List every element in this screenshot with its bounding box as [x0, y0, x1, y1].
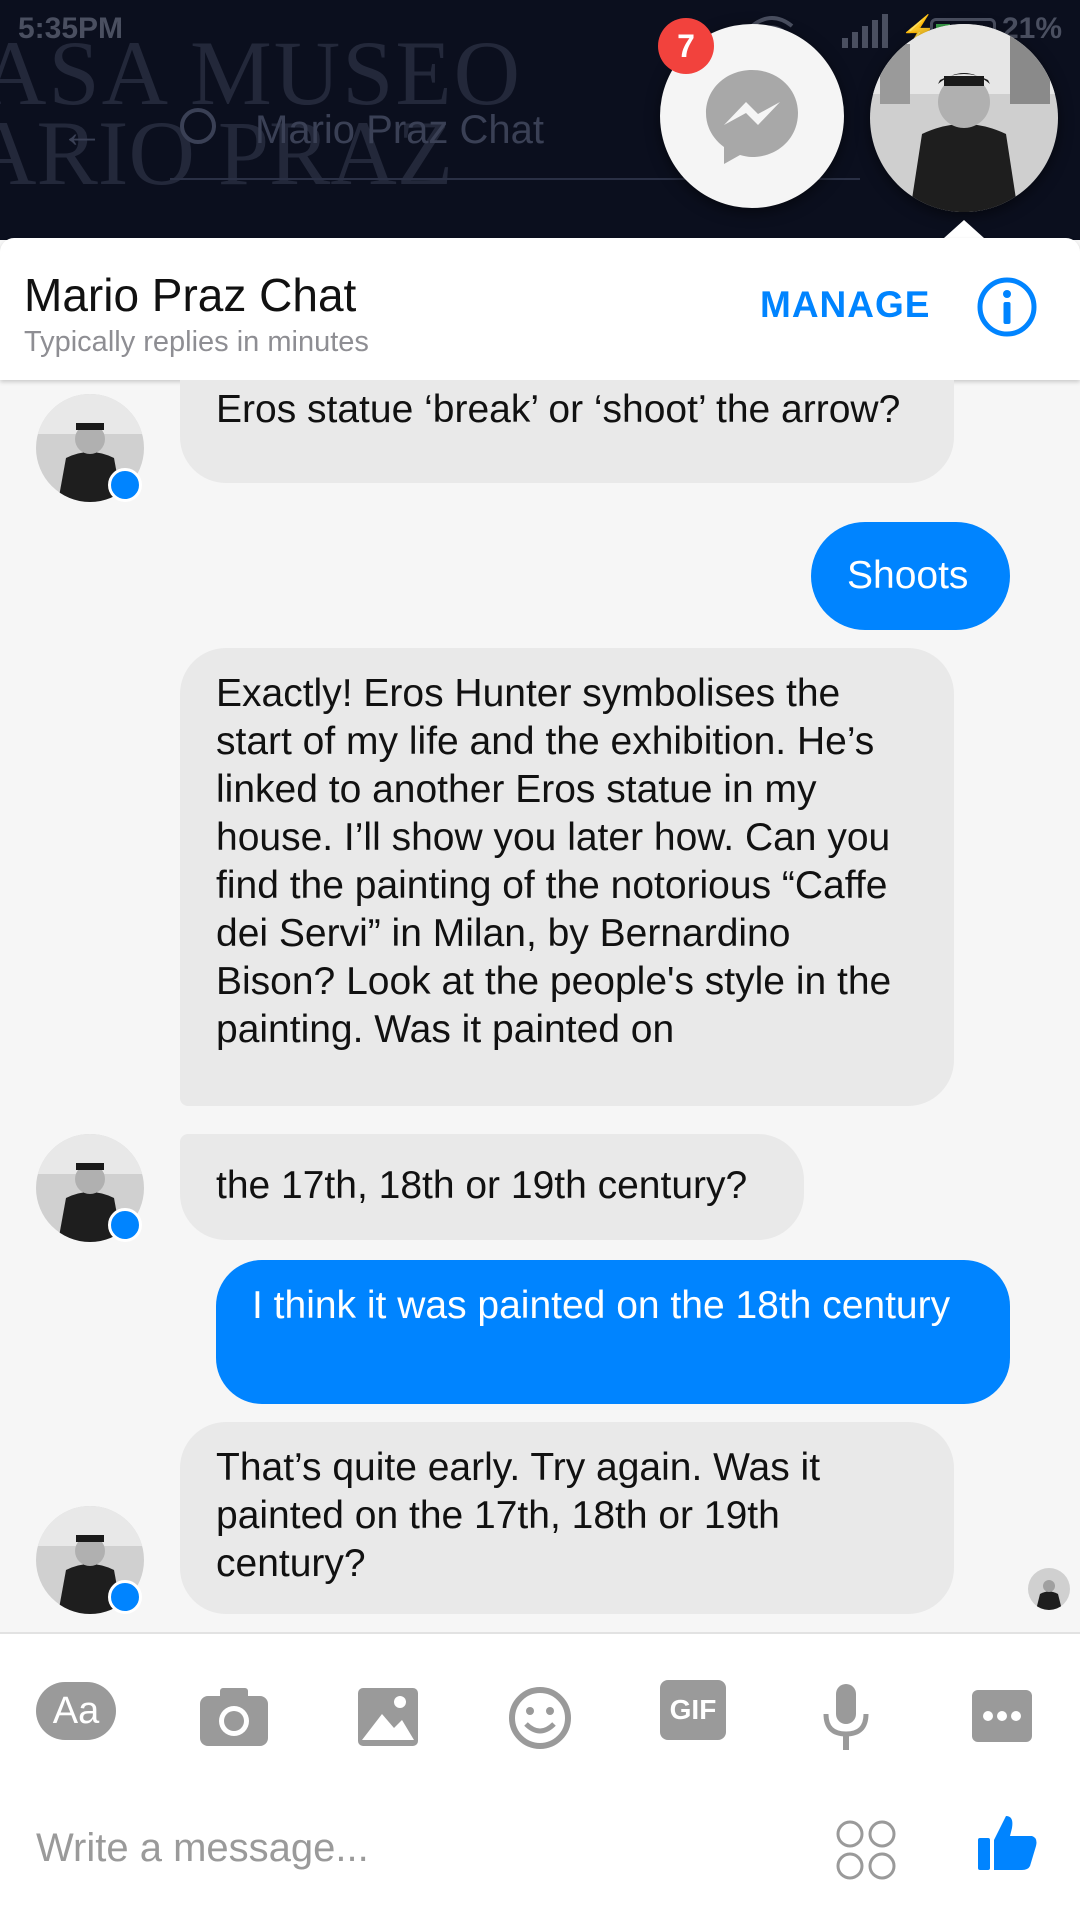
- message-bubble-incoming: Exactly! Eros Hunter symbolises the star…: [180, 648, 954, 1106]
- background-appbar-title: Mario Praz Chat: [255, 108, 544, 152]
- message-thread[interactable]: Eros statue ‘break’ or ‘shoot’ the arrow…: [0, 380, 1080, 1632]
- search-icon: [180, 108, 216, 144]
- composer: Aa GIF: [0, 1634, 1080, 1920]
- info-icon[interactable]: [976, 276, 1038, 338]
- avatar: [870, 24, 1058, 212]
- unread-badge: 7: [658, 18, 714, 74]
- message-bubble-incoming: That’s quite early. Try again. Was it pa…: [180, 1422, 954, 1614]
- message-bubble-outgoing: Shoots: [811, 522, 1010, 630]
- microphone-icon[interactable]: [806, 1676, 886, 1756]
- chat-subtitle: Typically replies in minutes: [24, 326, 369, 358]
- avatar: [1028, 1568, 1070, 1610]
- chat-title: Mario Praz Chat: [24, 269, 357, 321]
- chat-header: Mario Praz Chat Typically replies in min…: [0, 238, 1080, 380]
- messenger-icon: [706, 70, 798, 164]
- message-text: That’s quite early. Try again. Was it pa…: [216, 1446, 821, 1585]
- stickers-icon[interactable]: [834, 1818, 898, 1882]
- signal-icon: [842, 14, 892, 48]
- back-arrow-icon: ←: [60, 108, 104, 157]
- message-text: the 17th, 18th or 19th century?: [216, 1164, 748, 1207]
- chathead-pointer: [944, 220, 984, 238]
- message-text: Eros statue ‘break’ or ‘shoot’ the arrow…: [216, 388, 901, 431]
- messenger-badge-icon: [108, 468, 142, 502]
- message-input[interactable]: [36, 1816, 796, 1880]
- message-text: Shoots: [847, 554, 969, 597]
- manage-button[interactable]: MANAGE: [760, 284, 930, 326]
- messenger-badge-icon: [108, 1208, 142, 1242]
- message-bubble-incoming: the 17th, 18th or 19th century?: [180, 1134, 804, 1240]
- like-icon[interactable]: [976, 1810, 1040, 1874]
- image-icon[interactable]: [348, 1676, 428, 1756]
- message-bubble-incoming: Eros statue ‘break’ or ‘shoot’ the arrow…: [180, 380, 954, 483]
- message-text: Exactly! Eros Hunter symbolises the star…: [216, 672, 892, 1051]
- status-time: 5:35PM: [18, 12, 124, 45]
- message-bubble-outgoing: I think it was painted on the 18th centu…: [216, 1260, 1010, 1404]
- gif-icon[interactable]: GIF: [660, 1680, 726, 1740]
- more-icon[interactable]: [962, 1676, 1042, 1756]
- emoji-icon[interactable]: [500, 1676, 580, 1756]
- read-receipt-avatar: [1028, 1568, 1070, 1610]
- avatar-chathead[interactable]: [870, 24, 1058, 212]
- text-style-icon[interactable]: Aa: [36, 1682, 116, 1740]
- messenger-badge-icon: [108, 1580, 142, 1614]
- message-text: I think it was painted on the 18th centu…: [252, 1284, 951, 1327]
- camera-icon[interactable]: [194, 1676, 274, 1756]
